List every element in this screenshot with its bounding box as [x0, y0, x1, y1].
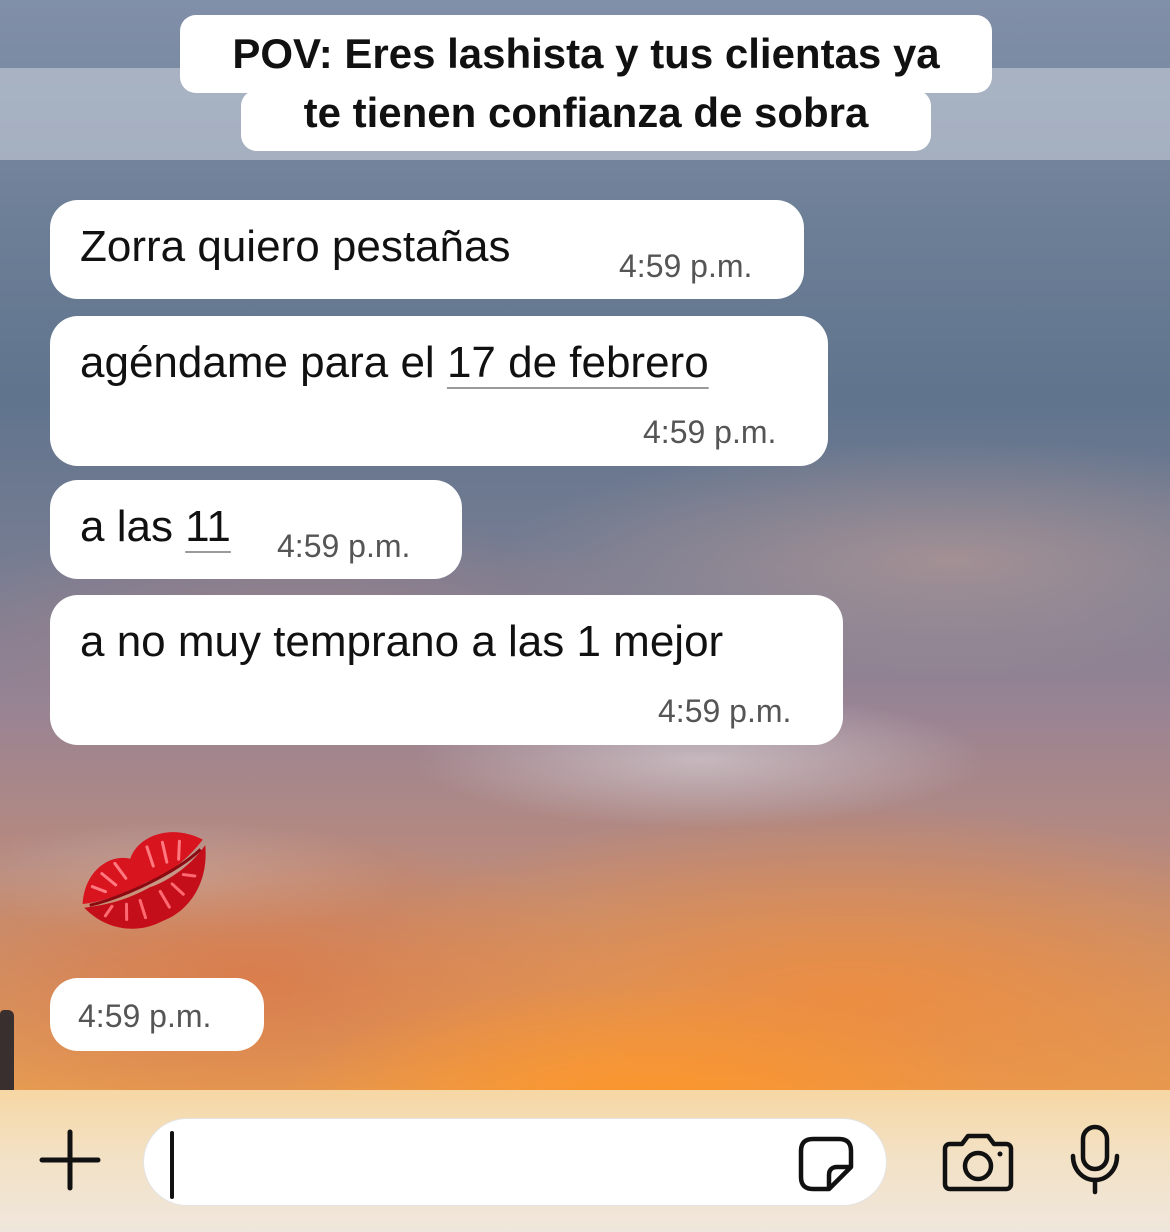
plus-icon[interactable] — [38, 1128, 102, 1192]
message-input[interactable] — [143, 1118, 887, 1206]
message-text: a no muy temprano a las 1 mejor — [80, 617, 724, 666]
incoming-message[interactable]: agéndame para el 17 de febrero 4:59 p.m. — [50, 316, 828, 466]
message-timestamp: 4:59 p.m. — [78, 998, 212, 1034]
kiss-mark-emoji[interactable] — [62, 805, 224, 945]
silhouette — [0, 1010, 14, 1090]
message-timestamp: 4:59 p.m. — [658, 693, 792, 729]
microphone-icon[interactable] — [1068, 1124, 1122, 1196]
message-timestamp: 4:59 p.m. — [277, 528, 411, 564]
incoming-message[interactable]: 4:59 p.m. — [50, 978, 264, 1051]
date-link[interactable]: 17 de febrero — [447, 338, 709, 387]
incoming-message[interactable]: a las 11 4:59 p.m. — [50, 480, 462, 579]
text-caret — [170, 1131, 174, 1199]
message-timestamp: 4:59 p.m. — [643, 414, 777, 450]
camera-icon[interactable] — [942, 1130, 1014, 1192]
sticker-icon[interactable] — [797, 1135, 855, 1193]
time-link[interactable]: 11 — [185, 502, 231, 551]
incoming-message[interactable]: Zorra quiero pestañas 4:59 p.m. — [50, 200, 804, 299]
caption-line-1: POV: Eres lashista y tus clientas ya — [180, 15, 992, 93]
message-text: Zorra quiero pestañas — [80, 222, 511, 271]
message-text: agéndame para el 17 de febrero — [80, 338, 709, 387]
caption-line-2: te tienen confianza de sobra — [241, 90, 931, 151]
incoming-message[interactable]: a no muy temprano a las 1 mejor 4:59 p.m… — [50, 595, 843, 745]
message-text: a las 11 — [80, 502, 231, 551]
message-timestamp: 4:59 p.m. — [619, 248, 753, 284]
